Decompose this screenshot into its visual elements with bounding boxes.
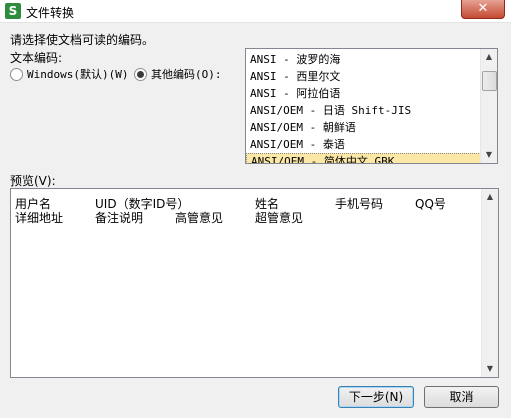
instruction-text: 请选择使文档可读的编码。: [10, 33, 155, 47]
encoding-item-cyrillic[interactable]: ANSI - 西里尔文: [246, 68, 481, 85]
cancel-button[interactable]: 取消: [424, 386, 499, 408]
listbox-scrollbar[interactable]: ▲ ▼: [480, 49, 497, 163]
encoding-item-arabic[interactable]: ANSI - 阿拉伯语: [246, 85, 481, 102]
preview-scroll-up-icon[interactable]: ▲: [482, 189, 498, 205]
preview-label: 预览(V):: [10, 174, 56, 188]
preview-cell-admin-opinion: 超管意见: [255, 211, 304, 225]
scroll-up-arrow-icon[interactable]: ▲: [481, 49, 497, 65]
radio-other-circle[interactable]: [134, 67, 147, 81]
close-button[interactable]: ✕: [461, 0, 505, 19]
app-icon: S: [5, 3, 21, 19]
preview-cell-phone: 手机号码: [335, 197, 384, 211]
title-bar: S 文件转换 ✕: [0, 0, 511, 23]
radio-windows-circle[interactable]: [10, 67, 23, 81]
radio-other-encoding[interactable]: 其他编码(O):: [134, 66, 222, 82]
encoding-listbox[interactable]: ANSI - 波罗的海 ANSI - 西里尔文 ANSI - 阿拉伯语 ANSI…: [245, 48, 498, 164]
scrollbar-thumb[interactable]: [482, 71, 497, 91]
radio-windows-default[interactable]: Windows(默认)(W): [10, 66, 128, 82]
encoding-item-thai[interactable]: ANSI/OEM - 泰语: [246, 136, 481, 153]
window-title: 文件转换: [26, 6, 75, 20]
encoding-item-korean[interactable]: ANSI/OEM - 朝鲜语: [246, 119, 481, 136]
radio-windows-label: Windows(默认)(W): [27, 68, 129, 81]
next-button[interactable]: 下一步(N): [338, 386, 414, 408]
preview-cell-qq: QQ号: [415, 197, 446, 211]
encoding-label: 文本编码:: [10, 51, 63, 65]
scroll-down-arrow-icon[interactable]: ▼: [481, 147, 497, 163]
encoding-item-japanese[interactable]: ANSI/OEM - 日语 Shift-JIS: [246, 102, 481, 119]
preview-scrollbar[interactable]: ▲ ▼: [481, 189, 498, 377]
close-icon: ✕: [477, 1, 489, 16]
radio-other-label: 其他编码(O):: [151, 68, 222, 81]
preview-scroll-down-icon[interactable]: ▼: [482, 361, 498, 377]
preview-cell-exec-opinion: 高管意见: [175, 211, 224, 225]
preview-cell-address: 详细地址: [15, 211, 64, 225]
encoding-item-gbk[interactable]: ANSI/OEM - 简体中文 GBK: [246, 153, 481, 163]
preview-panel[interactable]: 用户名 UID（数字ID号） 姓名 手机号码 QQ号 详细地址 备注说明 高管意…: [10, 188, 499, 378]
preview-cell-remark: 备注说明: [95, 211, 144, 225]
encoding-item-baltic[interactable]: ANSI - 波罗的海: [246, 51, 481, 68]
